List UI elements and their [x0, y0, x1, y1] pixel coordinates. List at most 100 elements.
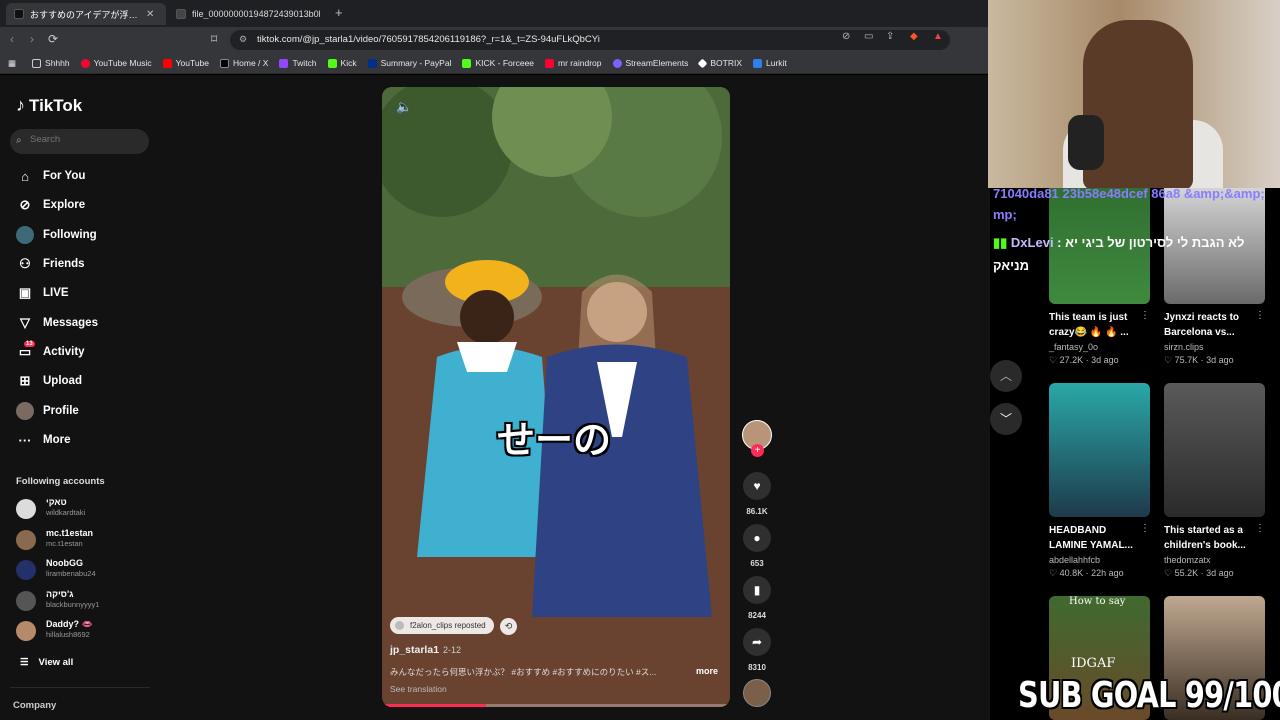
tab-file[interactable]: file_00000000194872439013b0b07ca: [168, 3, 328, 25]
mute-tab-icon[interactable]: ⊘: [842, 31, 850, 42]
nav-more[interactable]: ··· More: [16, 430, 71, 450]
bookmark-item[interactable]: BOTRIX: [697, 58, 742, 68]
messages-icon: ▽: [20, 315, 30, 330]
nav-label: For You: [43, 170, 86, 182]
webcam-overlay: [988, 0, 1280, 188]
bookmark-item[interactable]: Home / X: [220, 58, 268, 68]
recommended-video-card[interactable]: This started as a children's book... ⋮ th…: [1164, 383, 1265, 578]
repost-icon[interactable]: ⟲: [500, 618, 517, 635]
home-icon: ⌂: [21, 168, 29, 184]
site-info-icon[interactable]: ⚙: [239, 34, 247, 45]
title-line: LAMINE YAMAL...: [1049, 540, 1133, 551]
nav-upload[interactable]: ⊞ Upload: [16, 371, 82, 391]
more-options-icon[interactable]: ⋮: [1255, 523, 1265, 534]
see-translation-link[interactable]: See translation: [390, 684, 447, 694]
lurkit-icon: [753, 58, 762, 68]
globe-icon: [176, 9, 186, 19]
save-button[interactable]: ▮: [743, 576, 771, 604]
company-link[interactable]: Company: [13, 700, 56, 711]
bookmark-item[interactable]: Lurkit: [753, 58, 787, 68]
nav-for-you[interactable]: ⌂ For You: [16, 166, 85, 186]
tiktok-page: ♪ TikTok ⌕ ⌂ For You ⊘ Explore Following ⚇…: [0, 75, 1022, 720]
youtube-icon: [545, 58, 555, 68]
bookmark-item[interactable]: YouTube: [162, 58, 209, 68]
following-account[interactable]: Daddy? 👄 hillalush8692: [16, 618, 156, 644]
new-tab-button[interactable]: +: [335, 5, 343, 20]
bookmark-item[interactable]: Summary - PayPal: [367, 58, 451, 68]
upload-icon: ⊞: [19, 373, 31, 388]
cast-icon[interactable]: ▭: [864, 31, 873, 42]
view-all-button[interactable]: ☰ View all: [20, 657, 73, 668]
nav-explore[interactable]: ⊘ Explore: [16, 195, 86, 215]
scroll-down-button[interactable]: ﹀: [990, 403, 1022, 435]
paypal-icon: [367, 58, 377, 68]
like-button[interactable]: ♥: [743, 472, 771, 500]
bookmark-item[interactable]: KICK - Forceee: [462, 58, 534, 68]
nav-friends[interactable]: ⚇ Friends: [16, 254, 85, 274]
bookmark-item[interactable]: StreamElements: [612, 58, 688, 68]
bookmark-item[interactable]: YouTube Music: [80, 58, 152, 68]
author-name: jp_starla1: [390, 644, 440, 656]
title-line: Jynxzi reacts to: [1164, 312, 1240, 323]
following-account[interactable]: ג'סיקה blackbunnyyyy1: [16, 588, 156, 614]
microphone: [1068, 115, 1104, 170]
video-progress-bar[interactable]: [382, 704, 730, 707]
tiktok-logo[interactable]: ♪ TikTok: [16, 95, 82, 116]
bookmark-item[interactable]: mr raindrop: [545, 58, 602, 68]
heart-outline-icon: ♡: [1049, 355, 1060, 365]
reload-icon[interactable]: ⟳: [48, 32, 58, 46]
account-handle: mc.t1estan: [46, 539, 83, 548]
following-account[interactable]: mc.t1estan mc.t1estan: [16, 527, 156, 553]
share-icon[interactable]: ⇪: [886, 31, 894, 42]
recommended-video-card[interactable]: HEADBAND LAMINE YAMAL... ⋮ abdellahhfcb ♡…: [1049, 383, 1150, 578]
scroll-up-button[interactable]: ︿: [990, 360, 1022, 392]
tiktok-favicon-icon: [14, 9, 24, 19]
nav-profile[interactable]: Profile: [16, 401, 79, 421]
video-player[interactable]: 🔈 せーの f2alon_clips reposted ⟲ jp_starla1…: [382, 87, 730, 707]
account-handle: blackbunnyyyy1: [46, 600, 100, 609]
sound-avatar[interactable]: [743, 679, 771, 707]
search-input[interactable]: [30, 134, 140, 145]
more-options-icon[interactable]: ⋮: [1255, 310, 1265, 321]
kick-badge-icon: ▮▮: [993, 235, 1011, 250]
nav-label: Friends: [43, 258, 85, 270]
close-tab-icon[interactable]: ✕: [146, 9, 154, 20]
following-account[interactable]: טאקי wildkardtaki: [16, 496, 156, 522]
back-icon[interactable]: ‹: [10, 32, 14, 46]
share-button[interactable]: ➦: [743, 628, 771, 656]
comment-icon: ●: [753, 531, 761, 545]
chat-message: mp;: [993, 207, 1017, 222]
repost-chip[interactable]: f2alon_clips reposted: [390, 617, 494, 634]
following-account[interactable]: NoobGG lirambenabu24: [16, 557, 156, 583]
brave-shield-icon[interactable]: ◆: [910, 31, 918, 42]
card-meta: ♡ 40.8K · 22h ago: [1049, 568, 1124, 578]
more-button[interactable]: more: [696, 666, 718, 676]
nav-messages[interactable]: ▽ Messages: [16, 313, 98, 333]
bookmark-item[interactable]: Shhhh: [32, 58, 70, 68]
browser-tab-bar: おすすめのアイデアが浮かぶ瞬間 ✕ file_00000000194872439…: [0, 0, 990, 27]
nav-label: Messages: [43, 317, 98, 329]
comment-button[interactable]: ●: [743, 524, 771, 552]
bookmark-item[interactable]: Kick: [327, 58, 357, 68]
nav-live[interactable]: ▣ LIVE: [16, 283, 69, 303]
more-options-icon[interactable]: ⋮: [1140, 523, 1150, 534]
title-line: children's book...: [1164, 540, 1246, 551]
nav-label: Upload: [43, 375, 82, 387]
youtube-icon: [162, 58, 172, 68]
nav-activity[interactable]: ▭ 13 Activity: [16, 341, 85, 362]
brave-rewards-icon[interactable]: ▲: [933, 31, 943, 42]
apps-grid-icon[interactable]: ▦: [8, 58, 16, 69]
card-title: This team is just crazy😂 🔥 🔥 ...: [1049, 310, 1139, 340]
forward-icon[interactable]: ›: [30, 32, 34, 46]
search-box[interactable]: ⌕: [10, 129, 149, 154]
list-icon: ☰: [20, 657, 29, 668]
volume-icon[interactable]: 🔈: [396, 99, 412, 115]
video-author[interactable]: jp_starla1 2-12: [390, 644, 461, 656]
bookmark-icon[interactable]: ⌑: [211, 32, 217, 46]
nav-following[interactable]: Following: [16, 225, 97, 245]
bookmark-item[interactable]: Twitch: [279, 58, 317, 68]
follow-plus-icon[interactable]: +: [751, 444, 764, 457]
tab-tiktok[interactable]: おすすめのアイデアが浮かぶ瞬間 ✕: [6, 3, 166, 25]
activity-icon: ▭ 13: [18, 341, 35, 359]
more-options-icon[interactable]: ⋮: [1140, 310, 1150, 321]
